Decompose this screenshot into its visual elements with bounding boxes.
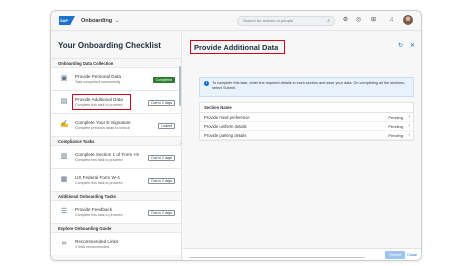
status-badge: Due in 2 days — [148, 210, 175, 216]
task-name: Recommended Links — [75, 239, 119, 244]
checklist-panel: Your Onboarding Checklist Onboarding Dat… — [51, 32, 182, 260]
chevron-right-icon[interactable]: › — [408, 122, 410, 131]
app-title[interactable]: Onboarding — [81, 18, 112, 24]
task-name: US Federal Form W-4 — [75, 175, 120, 180]
person-icon: ▣ — [60, 75, 68, 82]
section-heading: Additional Onboarding Tasks — [51, 191, 181, 200]
task-provide-feedback[interactable]: ☰ Provide Feedback Complete this task to… — [51, 200, 181, 223]
footer-field — [189, 252, 365, 258]
row-status: Pending — [388, 124, 403, 129]
section-heading: Onboarding Data Collection — [51, 58, 181, 67]
info-icon: i — [204, 81, 209, 86]
search-placeholder: Search for actions or people — [243, 18, 294, 23]
info-text: To complete this task, enter the require… — [212, 81, 406, 90]
task-name: Complete Section 1 of Form I-9 — [75, 152, 139, 157]
task-subtitle: Complete this task to proceed — [75, 158, 123, 162]
sections-table: Section Name Provide meal preference Pen… — [199, 102, 414, 141]
shell-bar: SAP Onboarding ⌄ Search for actions or p… — [51, 11, 421, 31]
form-icon: ▦ — [60, 176, 68, 183]
submit-button[interactable]: Submit — [385, 251, 405, 259]
task-subtitle: Complete this task to proceed — [75, 181, 123, 185]
selection-highlight — [72, 94, 131, 110]
detail-panel: Provide Additional Data ↻ ✕ i To complet… — [183, 32, 421, 260]
row-status: Pending — [388, 133, 403, 138]
sliders-icon: ☰ — [60, 208, 68, 215]
help-icon[interactable]: ◎ — [354, 16, 363, 25]
bell-icon[interactable]: ♫ — [387, 16, 396, 25]
sap-logo: SAP — [59, 16, 75, 25]
chevron-right-icon[interactable]: › — [408, 131, 410, 140]
table-row[interactable]: Provide meal preference Pending › — [200, 113, 413, 122]
task-subtitle: Task completed successfully — [75, 80, 121, 84]
chevron-right-icon[interactable]: › — [408, 113, 410, 122]
app-window: SAP Onboarding ⌄ Search for actions or p… — [50, 10, 422, 261]
row-status: Pending — [388, 115, 403, 120]
link-icon: ∞ — [61, 240, 67, 247]
chevron-down-icon[interactable]: ⌄ — [115, 18, 119, 24]
task-recommended-links[interactable]: ∞ Recommended Links 3 links recommended — [51, 232, 181, 255]
grid-icon[interactable]: ⊞ — [369, 16, 378, 25]
close-icon[interactable]: ✕ — [410, 42, 415, 49]
section-heading: Compliance Tasks — [51, 136, 181, 145]
task-form-i9[interactable]: ▥ Complete Section 1 of Form I-9 Complet… — [51, 145, 181, 168]
task-provide-additional-data[interactable]: ▤ Provide Additional Data Complete this … — [51, 90, 181, 113]
status-badge: Completed — [152, 77, 175, 83]
gear-icon[interactable]: ⚙ — [341, 16, 350, 25]
avatar[interactable] — [403, 15, 413, 25]
checklist-title: Your Onboarding Checklist — [58, 41, 161, 50]
section-heading: Explore Onboarding Guide — [51, 223, 181, 232]
clipboard-icon: ▤ — [60, 98, 68, 105]
task-provide-personal-data[interactable]: ▣ Provide Personal Data Task completed s… — [51, 67, 181, 90]
signature-icon: ✍ — [60, 121, 69, 128]
task-name: Provide Personal Data — [75, 74, 121, 79]
footer-bar: Submit Close — [183, 248, 421, 260]
scrollbar[interactable] — [179, 66, 181, 106]
status-badge: Due in 2 days — [148, 100, 175, 106]
row-name: Provide uniform details — [204, 124, 247, 129]
chevron-right-icon[interactable]: › — [180, 141, 182, 147]
task-subtitle: 3 links recommended — [75, 245, 110, 249]
close-button[interactable]: Close — [407, 251, 417, 259]
task-form-w4[interactable]: ▦ US Federal Form W-4 Complete this task… — [51, 168, 181, 191]
row-name: Provide meal preference — [204, 115, 250, 120]
column-header-section-name: Section Name — [200, 103, 413, 113]
task-subtitle: Complete previous tasks to unlock — [75, 126, 130, 130]
status-badge: Due in 2 days — [148, 155, 175, 161]
search-input[interactable]: Search for actions or people ⌕ — [237, 16, 335, 26]
task-e-signature[interactable]: ✍ Complete Your E-Signature Complete pre… — [51, 113, 181, 136]
status-badge: Locked — [158, 123, 175, 129]
status-badge: Due in 2 days — [148, 178, 175, 184]
task-name: Complete Your E-Signature — [75, 120, 131, 125]
row-name: Provide parking details — [204, 133, 247, 138]
search-icon[interactable]: ⌕ — [327, 17, 330, 25]
task-subtitle: Complete this task to proceed — [75, 213, 123, 217]
refresh-icon[interactable]: ↻ — [398, 42, 403, 49]
table-row[interactable]: Provide parking details Pending › — [200, 131, 413, 140]
info-message-strip: i To complete this task, enter the requi… — [199, 77, 414, 97]
document-icon: ▥ — [60, 153, 68, 160]
table-row[interactable]: Provide uniform details Pending › — [200, 122, 413, 131]
title-highlight — [190, 40, 285, 54]
task-name: Provide Feedback — [75, 207, 113, 212]
